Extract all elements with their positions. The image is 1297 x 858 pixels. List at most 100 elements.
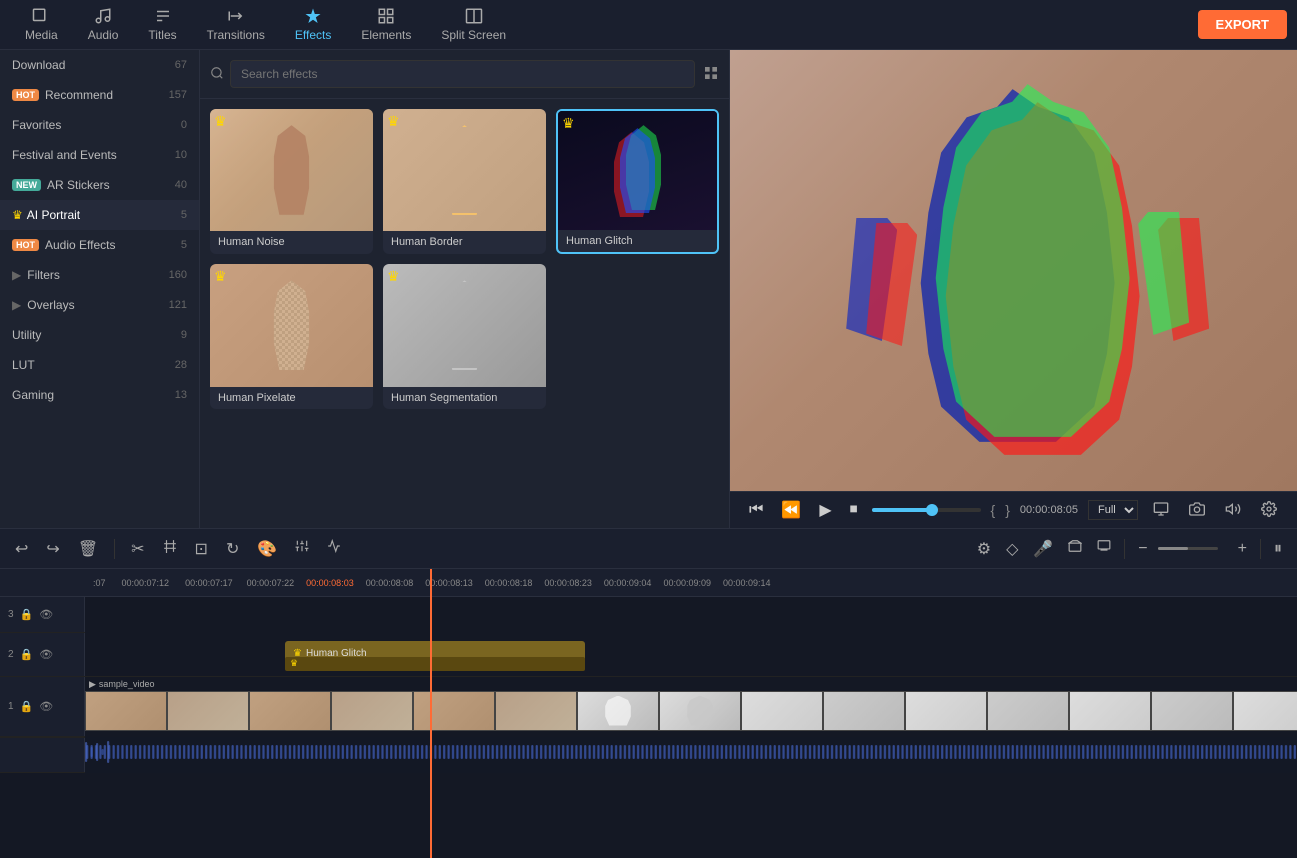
nav-effects-label: Effects — [295, 28, 331, 42]
effect-card-human-border[interactable]: ♛ Human Border — [383, 109, 546, 254]
track-3-lock-icon[interactable]: 🔒 — [20, 608, 34, 621]
ruler-mark-0: :07 — [85, 578, 114, 588]
video-frame-4 — [413, 691, 495, 731]
subtitle-button[interactable] — [1092, 536, 1116, 561]
ruler-mark-8: 00:00:08:23 — [538, 578, 598, 588]
lut-label: LUT — [12, 358, 35, 372]
audio-adjust-button[interactable] — [290, 536, 314, 561]
festival-count: 10 — [175, 149, 187, 161]
effects-search-input[interactable] — [230, 60, 695, 88]
grid-view-icon[interactable] — [703, 65, 719, 84]
timeline-content: :07 00:00:07:12 00:00:07:17 00:00:07:22 … — [0, 569, 1297, 858]
undo-button[interactable]: ↩ — [10, 536, 33, 562]
crown-icon-ai: ♛ — [12, 208, 23, 222]
nav-audio[interactable]: Audio — [73, 2, 134, 47]
main-area: Download 67 HOT Recommend 157 Favorites … — [0, 50, 1297, 528]
stop-button[interactable]: ⏹ — [846, 499, 862, 521]
zoom-slider[interactable] — [1158, 547, 1218, 550]
preview-main — [730, 50, 1297, 491]
ruler-mark-6: 00:00:08:13 — [419, 578, 479, 588]
track-row-1: 1 🔒 👁 ▶ sample_video — [0, 677, 1297, 737]
ar-count: 40 — [175, 179, 187, 191]
audio-icon[interactable] — [1220, 501, 1246, 520]
sidebar-item-utility[interactable]: Utility 9 — [0, 320, 199, 350]
ar-stickers-label: AR Stickers — [47, 178, 110, 192]
ruler-mark-1: 00:00:07:12 — [114, 578, 178, 588]
cut-button[interactable]: ✂ — [126, 536, 149, 562]
crown-badge-glitch: ♛ — [562, 115, 575, 132]
sidebar-item-favorites[interactable]: Favorites 0 — [0, 110, 199, 140]
timeline-area: ↩ ↪ 🗑 ✂ ⊡ ↻ 🎨 ⚙ ◇ 🎤 − — [0, 528, 1297, 858]
lut-count: 28 — [175, 359, 187, 371]
pause-timeline-button[interactable]: ⏸ — [1269, 537, 1287, 561]
sidebar-item-gaming[interactable]: Gaming 13 — [0, 380, 199, 410]
sidebar-item-recommend[interactable]: HOT Recommend 157 — [0, 80, 199, 110]
overlay-button[interactable] — [1063, 536, 1087, 561]
speed-button[interactable]: ⚙ — [972, 536, 996, 562]
overlays-label: Overlays — [27, 298, 74, 312]
effect-thumb-human-noise: ♛ — [210, 109, 373, 231]
sidebar-item-overlays[interactable]: ▶ Overlays 121 — [0, 290, 199, 320]
recommend-count: 157 — [169, 89, 187, 101]
settings-icon[interactable] — [1256, 501, 1282, 520]
track-2-eye-icon[interactable]: 👁 — [39, 648, 53, 661]
effect-card-human-glitch[interactable]: ♛ Human Glitch — [556, 109, 719, 254]
skip-back-button[interactable]: ⏮ — [745, 499, 767, 521]
progress-bar[interactable] — [872, 508, 981, 512]
crop-button[interactable] — [158, 536, 182, 561]
progress-thumb — [926, 504, 938, 516]
sidebar-item-ar-stickers[interactable]: NEW AR Stickers 40 — [0, 170, 199, 200]
export-button[interactable]: EXPORT — [1198, 10, 1287, 39]
track-2-lock-icon[interactable]: 🔒 — [20, 648, 34, 661]
track-1-eye-icon[interactable]: 👁 — [39, 700, 53, 713]
effect-card-human-noise[interactable]: ♛ Human Noise — [210, 109, 373, 254]
video-frame-8 — [741, 691, 823, 731]
waveform-button[interactable] — [322, 536, 346, 561]
nav-effects[interactable]: Effects — [280, 2, 346, 47]
delete-button[interactable]: 🗑 — [73, 536, 103, 562]
zoom-out-button[interactable]: − — [1133, 537, 1152, 561]
video-frame-1 — [167, 691, 249, 731]
nav-elements[interactable]: Elements — [346, 2, 426, 47]
utility-label: Utility — [12, 328, 41, 342]
sidebar-item-lut[interactable]: LUT 28 — [0, 350, 199, 380]
video-track-label-container: ▶ sample_video — [89, 679, 154, 690]
effect-card-human-pixelate[interactable]: ♛ Human Pixelate — [210, 264, 373, 408]
effect-thumb-human-border: ♛ — [383, 109, 546, 231]
camera-icon[interactable] — [1184, 501, 1210, 520]
audio-effects-label: Audio Effects — [45, 238, 116, 252]
sidebar-item-audio-effects[interactable]: HOT Audio Effects 5 — [0, 230, 199, 260]
progress-fill — [872, 508, 932, 512]
play-button[interactable]: ▶ — [815, 498, 835, 522]
effects-grid: ♛ Human Noise ♛ Human Border — [200, 99, 729, 419]
video-frame-11 — [987, 691, 1069, 731]
effect-label-human-noise: Human Noise — [210, 231, 373, 253]
audio-count: 5 — [181, 239, 187, 251]
redo-button[interactable]: ↪ — [41, 536, 64, 562]
video-track-name: sample_video — [99, 679, 155, 689]
sidebar-item-download[interactable]: Download 67 — [0, 50, 199, 80]
mic-button[interactable]: 🎤 — [1028, 536, 1058, 562]
zoom-fit-button[interactable]: ⊡ — [190, 536, 213, 562]
nav-media[interactable]: Media — [10, 2, 73, 47]
screen-icon[interactable] — [1148, 501, 1174, 520]
zoom-in-button[interactable]: + — [1233, 537, 1252, 561]
track-3-content — [85, 597, 1297, 633]
track-1-lock-icon[interactable]: 🔒 — [20, 700, 34, 713]
sidebar-item-festival[interactable]: Festival and Events 10 — [0, 140, 199, 170]
color-button[interactable]: 🎨 — [252, 536, 282, 562]
nav-transitions[interactable]: Transitions — [192, 2, 280, 47]
track-3-eye-icon[interactable]: 👁 — [39, 608, 53, 621]
marker-button[interactable]: ◇ — [1001, 536, 1023, 562]
rotate-button[interactable]: ↻ — [221, 536, 244, 562]
ruler-mark-7: 00:00:08:18 — [479, 578, 539, 588]
zoom-select[interactable]: Full — [1088, 500, 1138, 520]
sidebar-item-filters[interactable]: ▶ Filters 160 — [0, 260, 199, 290]
nav-split-screen[interactable]: Split Screen — [426, 2, 521, 47]
effect-card-human-segmentation[interactable]: ♛ Human Segmentation — [383, 264, 546, 408]
frame-back-button[interactable]: ⏪ — [777, 498, 805, 522]
hot-badge-recommend: HOT — [12, 89, 39, 101]
sidebar-item-ai-portrait[interactable]: ♛ AI Portrait 5 — [0, 200, 199, 230]
video-frame-0 — [85, 691, 167, 731]
nav-titles[interactable]: Titles — [133, 2, 191, 47]
